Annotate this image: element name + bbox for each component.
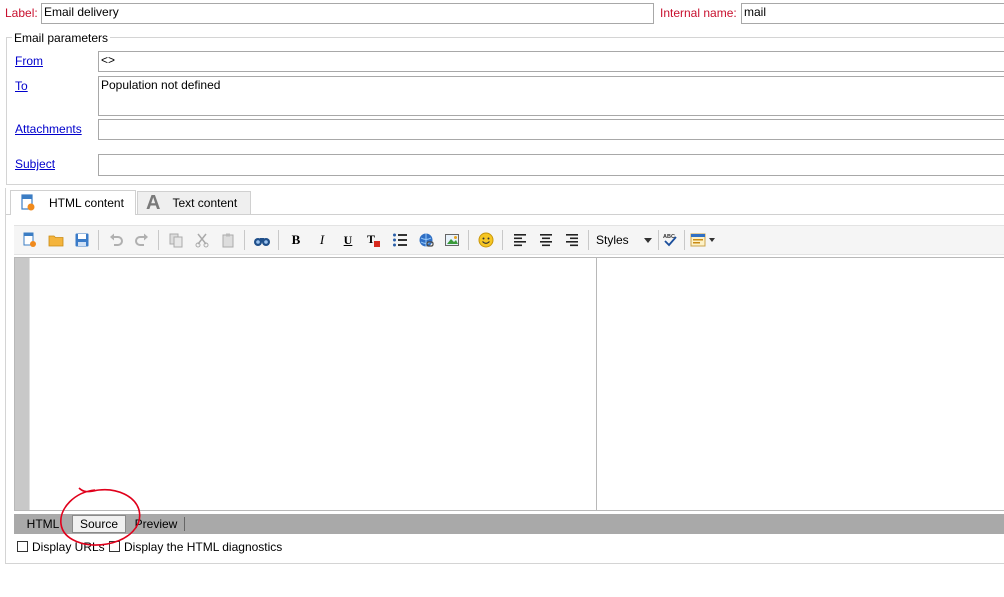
content-frame-bottom: [5, 563, 1004, 564]
tab-text-content-label: Text content: [172, 196, 238, 210]
editor-toolbar: B I U T Styles ABC: [14, 225, 1004, 255]
hyperlink-globe-icon[interactable]: [416, 230, 436, 250]
align-center-icon[interactable]: [536, 230, 556, 250]
annotation-circle: [60, 487, 141, 546]
tab-html-content[interactable]: HTML content: [10, 190, 136, 215]
toolbar-separator: [468, 230, 469, 250]
display-diagnostics-label: Display the HTML diagnostics: [124, 540, 283, 554]
toolbar-separator: [502, 230, 503, 250]
styles-dropdown[interactable]: Styles: [592, 230, 652, 250]
bold-icon[interactable]: B: [286, 230, 306, 250]
toolbar-separator: [658, 230, 659, 250]
text-a-icon: A: [146, 192, 161, 214]
internal-name-input[interactable]: mail: [741, 3, 1004, 24]
attachments-link[interactable]: Attachments: [15, 122, 82, 136]
open-folder-icon[interactable]: [46, 230, 66, 250]
email-parameters-title: Email parameters: [12, 31, 111, 45]
toolbar-separator: [244, 230, 245, 250]
smiley-icon[interactable]: [476, 230, 496, 250]
to-field[interactable]: Population not defined: [98, 76, 1004, 116]
preview-pane: [597, 258, 1004, 510]
bullet-list-icon[interactable]: [390, 230, 410, 250]
toolbar-separator: [98, 230, 99, 250]
svg-text:T: T: [367, 232, 375, 246]
line-number-gutter: [15, 258, 29, 510]
toolbar-separator: [278, 230, 279, 250]
spellcheck-icon[interactable]: ABC: [660, 230, 680, 250]
text-color-icon[interactable]: T: [364, 230, 384, 250]
paste-icon[interactable]: [218, 230, 238, 250]
label-input[interactable]: Email delivery: [41, 3, 654, 24]
align-left-icon[interactable]: [510, 230, 530, 250]
label-caption: Label:: [5, 6, 38, 20]
internal-name-caption: Internal name:: [660, 6, 737, 20]
content-frame-left: [5, 188, 6, 564]
from-link[interactable]: From: [15, 54, 43, 68]
attachments-field[interactable]: [98, 119, 1004, 140]
cut-icon[interactable]: [192, 230, 212, 250]
undo-icon[interactable]: [106, 230, 126, 250]
chevron-down-icon: [644, 233, 652, 247]
copy-icon[interactable]: [166, 230, 186, 250]
html-document-icon: [19, 194, 37, 212]
display-urls-checkbox[interactable]: [17, 541, 28, 552]
insert-menu-icon[interactable]: [688, 230, 722, 250]
underline-icon[interactable]: U: [338, 230, 358, 250]
save-disk-icon[interactable]: [72, 230, 92, 250]
find-binoculars-icon[interactable]: [252, 230, 272, 250]
tab-html-content-label: HTML content: [49, 196, 124, 210]
source-code-area[interactable]: [30, 258, 596, 510]
to-link[interactable]: To: [15, 79, 28, 93]
toolbar-separator: [158, 230, 159, 250]
toolbar-separator: [588, 230, 589, 250]
from-field[interactable]: <>: [98, 51, 1004, 72]
styles-dropdown-label: Styles: [596, 233, 629, 247]
toolbar-separator: [684, 230, 685, 250]
tab-divider: [184, 517, 185, 531]
align-right-icon[interactable]: [562, 230, 582, 250]
subject-field[interactable]: [98, 154, 1004, 176]
subject-link[interactable]: Subject: [15, 157, 55, 171]
new-document-icon[interactable]: [20, 230, 40, 250]
redo-icon[interactable]: [132, 230, 152, 250]
tab-text-content[interactable]: A Text content: [137, 191, 251, 215]
italic-icon[interactable]: I: [312, 230, 332, 250]
insert-image-icon[interactable]: [442, 230, 462, 250]
